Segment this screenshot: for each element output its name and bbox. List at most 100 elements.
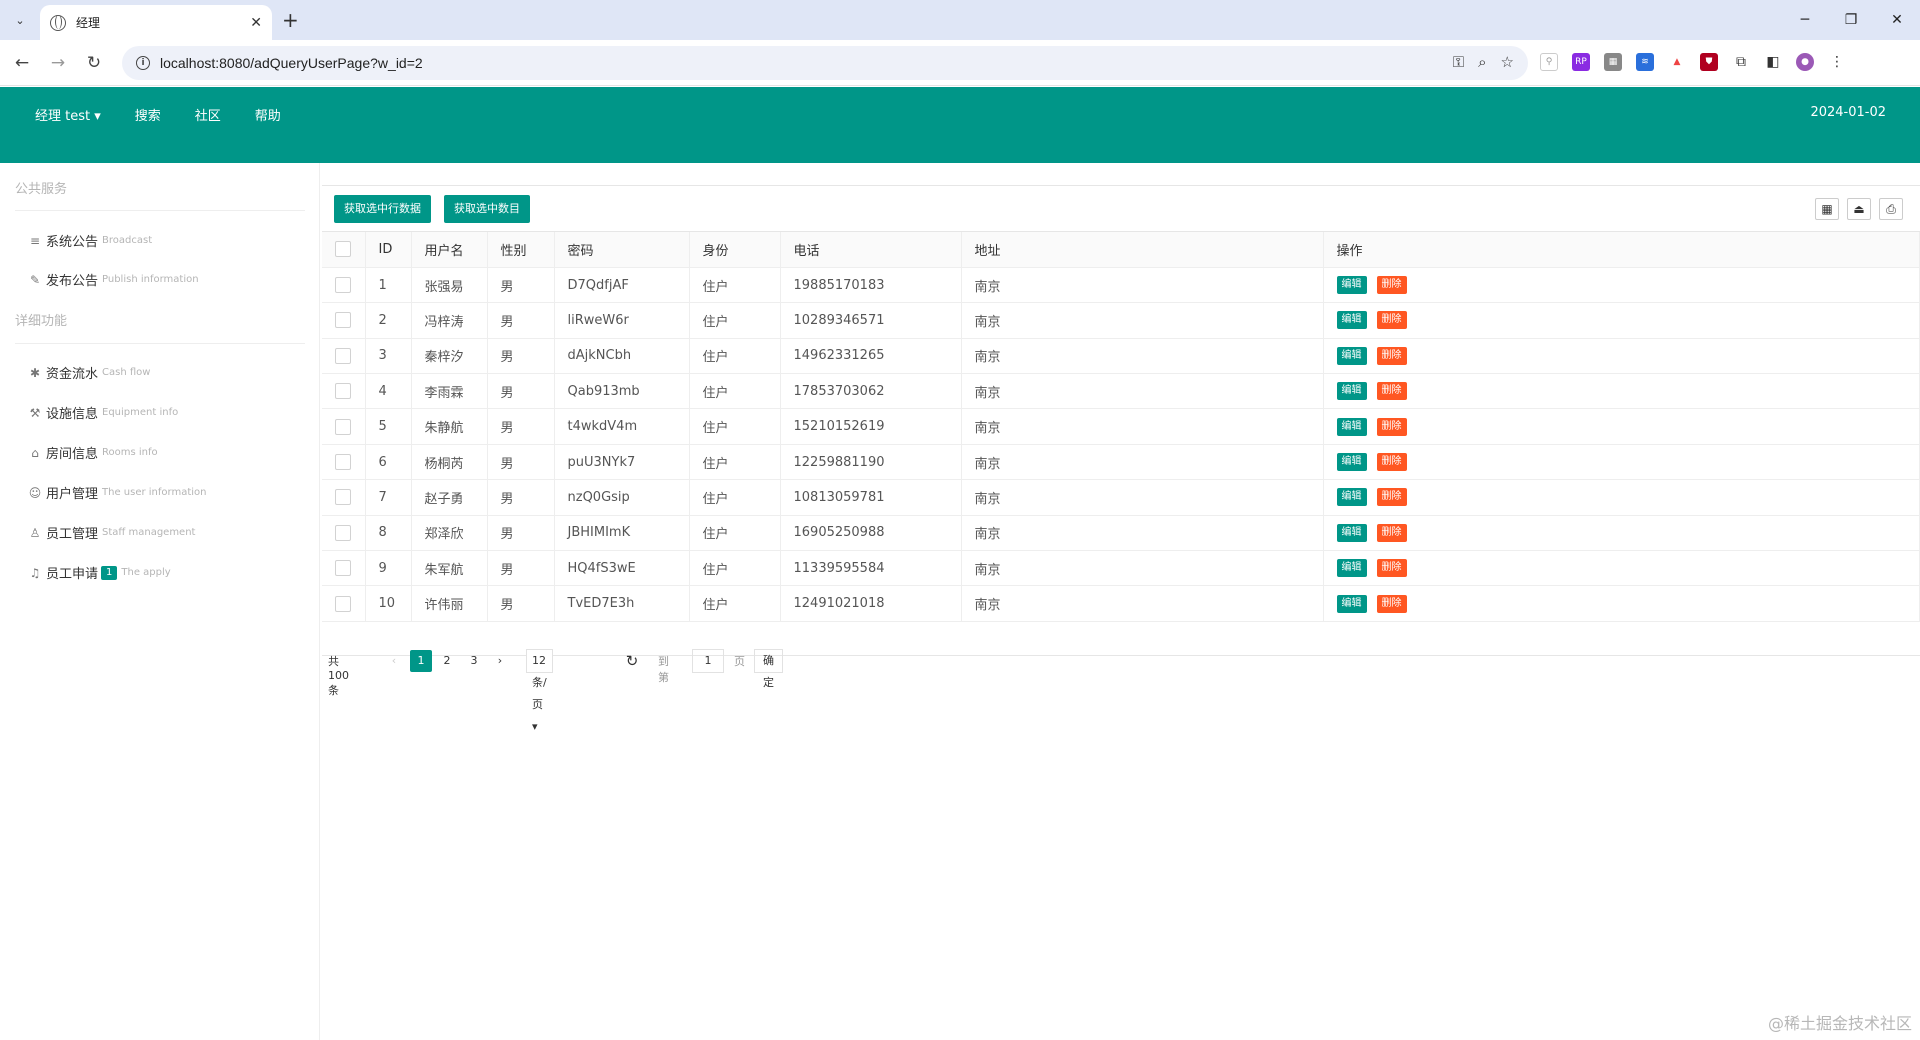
table-row[interactable]: 8 郑泽欣男 JBHIMImK 住户 16905250988 南京 编辑 删除 [322, 515, 1920, 552]
table-row[interactable]: 1 张强易男 D7QdfjAF 住户 19885170183 南京 编辑 删除 [322, 267, 1920, 304]
row-checkbox[interactable] [335, 454, 351, 471]
row-checkbox[interactable] [335, 595, 351, 612]
sidebar-item-cashflow[interactable]: ✱ 资金流水 Cash flow [28, 363, 150, 383]
column-header[interactable]: 性别 [487, 232, 555, 268]
column-header[interactable]: 电话 [780, 232, 962, 268]
page-button[interactable]: 3 [463, 650, 485, 672]
edit-button[interactable]: 编辑 [1336, 453, 1367, 472]
address-bar[interactable]: i localhost:8080/adQueryUserPage?w_id=2 … [122, 46, 1528, 80]
sidebar-item-publish[interactable]: ✎ 发布公告 Publish information [28, 270, 199, 290]
delete-button[interactable]: 删除 [1376, 488, 1407, 507]
row-checkbox[interactable] [335, 418, 351, 435]
delete-button[interactable]: 删除 [1376, 276, 1407, 295]
minimize-icon[interactable]: ─ [1782, 0, 1828, 40]
edit-button[interactable]: 编辑 [1336, 488, 1367, 507]
row-checkbox[interactable] [335, 489, 351, 506]
sidebar-item-rooms[interactable]: ⌂ 房间信息 Rooms info [28, 443, 157, 463]
edit-button[interactable]: 编辑 [1336, 559, 1367, 578]
column-header[interactable]: 操作 [1323, 232, 1920, 268]
menu-kebab-icon[interactable]: ⋮ [1828, 53, 1846, 71]
refresh-icon[interactable]: ↻ [622, 650, 642, 672]
table-row[interactable]: 10 许伟丽男 TvED7E3h 住户 12491021018 南京 编辑 删除 [322, 585, 1920, 622]
tab-search-button[interactable]: ⌄ [8, 8, 32, 32]
delete-button[interactable]: 删除 [1376, 523, 1407, 542]
delete-button[interactable]: 删除 [1376, 311, 1407, 330]
column-header[interactable]: 密码 [554, 232, 690, 268]
extension-icon[interactable]: ⚲ [1540, 53, 1558, 71]
reload-icon[interactable]: ↻ [82, 52, 106, 74]
edit-button[interactable]: 编辑 [1336, 276, 1367, 295]
star-icon[interactable]: ☆ [1501, 53, 1514, 71]
tab-close-icon[interactable]: ✕ [250, 15, 262, 31]
delete-button[interactable]: 删除 [1376, 382, 1407, 401]
delete-button[interactable]: 删除 [1376, 417, 1407, 436]
edit-button[interactable]: 编辑 [1336, 594, 1367, 613]
extension-red-icon[interactable]: ▲ [1668, 53, 1686, 71]
browser-tab[interactable]: 经理 ✕ [40, 5, 272, 40]
back-arrow-icon[interactable]: ← [10, 52, 34, 74]
column-header[interactable]: 用户名 [411, 232, 488, 268]
delete-button[interactable]: 删除 [1376, 559, 1407, 578]
delete-button[interactable]: 删除 [1376, 453, 1407, 472]
column-header[interactable]: ID [365, 232, 412, 268]
prev-page-icon[interactable]: ‹ [386, 650, 402, 672]
row-checkbox[interactable] [335, 312, 351, 329]
print-icon[interactable]: ⎙ [1879, 198, 1903, 220]
sidebar-item-staff[interactable]: ♙ 员工管理 Staff management [28, 523, 196, 543]
export-icon[interactable]: ⏏ [1847, 198, 1871, 220]
get-selected-rows-button[interactable]: 获取选中行数据 [334, 195, 431, 223]
column-header[interactable]: 地址 [961, 232, 1324, 268]
select-all-checkbox[interactable] [335, 241, 351, 258]
edit-button[interactable]: 编辑 [1336, 382, 1367, 401]
row-checkbox[interactable] [335, 560, 351, 577]
sidebar-item-broadcast[interactable]: ≡ 系统公告 Broadcast [28, 231, 152, 251]
window-close-icon[interactable]: ✕ [1874, 0, 1920, 40]
edit-button[interactable]: 编辑 [1336, 417, 1367, 436]
delete-button[interactable]: 删除 [1376, 594, 1407, 613]
table-row[interactable]: 4 李雨霖男 Qab913mb 住户 17853703062 南京 编辑 删除 [322, 373, 1920, 410]
nav-user-menu[interactable]: 经理 test ▾ [35, 105, 101, 124]
page-button[interactable]: 2 [436, 650, 458, 672]
goto-page-input[interactable]: 1 [692, 649, 724, 673]
row-checkbox[interactable] [335, 277, 351, 294]
goto-confirm-button[interactable]: 确定 [754, 649, 783, 689]
restore-icon[interactable]: ❐ [1828, 0, 1874, 40]
extension-layers-icon[interactable]: ≋ [1636, 53, 1654, 71]
nav-community[interactable]: 社区 [195, 105, 221, 124]
table-row[interactable]: 3 秦梓汐男 dAjkNCbh 住户 14962331265 南京 编辑 删除 [322, 338, 1920, 375]
forward-arrow-icon[interactable]: → [46, 52, 70, 74]
extension-grid-icon[interactable]: ▦ [1604, 53, 1622, 71]
sidebar-item-apply[interactable]: ♫ 员工申请 1 The apply [28, 563, 171, 582]
row-checkbox[interactable] [335, 524, 351, 541]
table-row[interactable]: 9 朱军航男 HQ4fS3wE 住户 11339595584 南京 编辑 删除 [322, 550, 1920, 587]
extension-ublock-icon[interactable]: ⛊ [1700, 53, 1718, 71]
puzzle-icon[interactable]: ⧉ [1732, 53, 1750, 71]
edit-button[interactable]: 编辑 [1336, 346, 1367, 365]
info-icon[interactable]: i [136, 56, 150, 70]
extension-rp-icon[interactable]: RP [1572, 53, 1590, 71]
table-row[interactable]: 2 冯梓涛男 liRweW6r 住户 10289346571 南京 编辑 删除 [322, 302, 1920, 339]
columns-filter-icon[interactable]: ▦ [1815, 198, 1839, 220]
address-url[interactable]: localhost:8080/adQueryUserPage?w_id=2 [160, 55, 423, 71]
sidebar-toggle-icon[interactable]: ◧ [1764, 53, 1782, 71]
page-size-select[interactable]: 12 条/页 ▾ [526, 649, 553, 733]
nav-search[interactable]: 搜索 [135, 105, 161, 124]
next-page-icon[interactable]: › [492, 650, 508, 672]
row-checkbox[interactable] [335, 383, 351, 400]
edit-button[interactable]: 编辑 [1336, 523, 1367, 542]
edit-button[interactable]: 编辑 [1336, 311, 1367, 330]
page-button[interactable]: 1 [410, 650, 432, 672]
column-header[interactable]: 身份 [689, 232, 781, 268]
delete-button[interactable]: 删除 [1376, 346, 1407, 365]
nav-help[interactable]: 帮助 [255, 105, 281, 124]
sidebar-item-equipment[interactable]: ⚒ 设施信息 Equipment info [28, 403, 179, 423]
profile-avatar[interactable]: ● [1796, 53, 1814, 71]
table-row[interactable]: 5 朱静航男 t4wkdV4m 住户 15210152619 南京 编辑 删除 [322, 408, 1920, 445]
row-checkbox[interactable] [335, 347, 351, 364]
sidebar-item-users[interactable]: ☺ 用户管理 The user information [28, 483, 207, 503]
table-row[interactable]: 6 杨桐芮男 puU3NYk7 住户 12259881190 南京 编辑 删除 [322, 444, 1920, 481]
key-icon[interactable]: ⚿ [1453, 53, 1464, 71]
get-selected-count-button[interactable]: 获取选中数目 [444, 195, 530, 223]
new-tab-button[interactable]: + [282, 8, 299, 32]
table-row[interactable]: 7 赵子勇男 nzQ0Gsip 住户 10813059781 南京 编辑 删除 [322, 479, 1920, 516]
